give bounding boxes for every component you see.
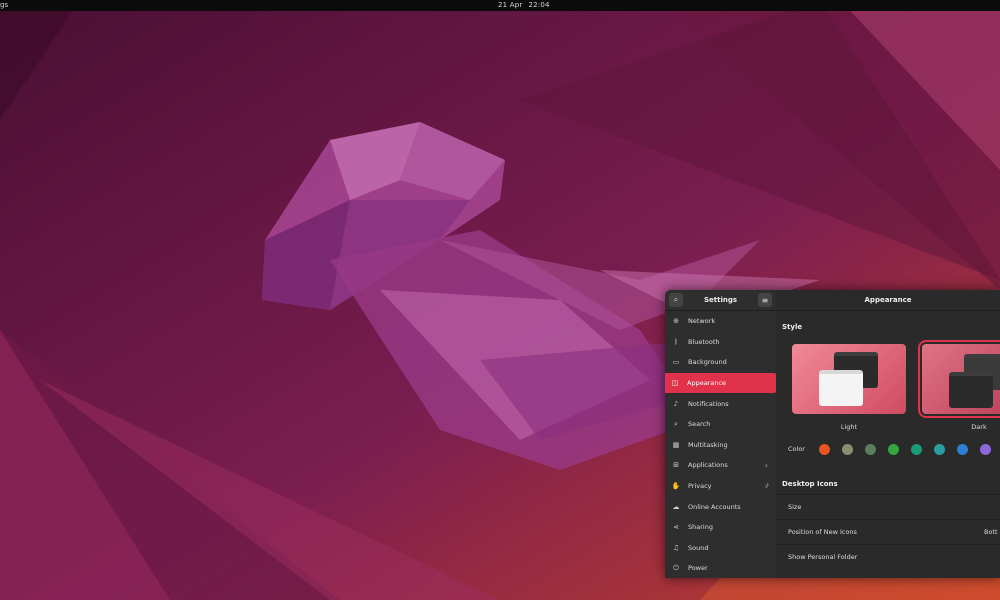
accent-color-swatch[interactable]: [865, 444, 876, 455]
sidebar-item-label: Privacy: [688, 482, 712, 491]
sidebar-item-sound[interactable]: ♫ Sound: [665, 538, 776, 559]
theme-preview-front: [819, 370, 863, 406]
divider: [776, 519, 1000, 520]
panel-header: Appearance: [776, 290, 1000, 311]
theme-preview-front: [949, 372, 993, 408]
active-app-label[interactable]: gs: [0, 1, 8, 9]
sidebar-header: ⌕ Settings ≡: [665, 290, 776, 311]
background-icon: ▭: [672, 358, 680, 367]
accent-color-swatch[interactable]: [888, 444, 899, 455]
size-row-label[interactable]: Size: [788, 503, 801, 511]
accent-color-swatch[interactable]: [934, 444, 945, 455]
position-new-icons-label[interactable]: Position of New Icons: [788, 528, 857, 536]
sidebar-item-label: Multitasking: [688, 440, 728, 449]
sidebar-item-label: Power: [688, 564, 708, 573]
bell-icon: ♪: [673, 399, 679, 408]
settings-window: ⌕ Settings ≡ ⊕ Network ᛒ Bluetooth ▭ Backgrou…: [665, 290, 1000, 578]
sidebar-item-multitasking[interactable]: ▦ Multitasking: [665, 435, 776, 456]
music-icon: ♫: [672, 543, 680, 552]
network-icon: ⊕: [673, 317, 679, 326]
search-icon: ⌕: [674, 419, 678, 428]
sidebar-item-label: Sharing: [688, 523, 713, 532]
divider: [776, 494, 1000, 495]
sidebar-item-label: Background: [688, 358, 727, 367]
panel-title: Appearance: [864, 296, 912, 304]
sidebar-item-online-accounts[interactable]: ☁ Online Accounts: [665, 496, 776, 517]
bluetooth-icon: ᛒ: [673, 337, 679, 346]
sidebar-item-label: Sound: [688, 543, 709, 552]
accent-color-swatch[interactable]: [957, 444, 968, 455]
sidebar-item-label: Search: [688, 420, 711, 429]
sidebar-item-privacy[interactable]: ✋ Privacy ›: [665, 476, 776, 497]
hamburger-icon: ≡: [761, 295, 769, 305]
sidebar-item-notifications[interactable]: ♪ Notifications: [665, 393, 776, 414]
accent-color-swatch[interactable]: [842, 444, 853, 455]
color-label: Color: [788, 445, 805, 453]
show-personal-folder-label[interactable]: Show Personal Folder: [788, 553, 857, 561]
style-section-label: Style: [782, 323, 803, 331]
hand-icon: ✋: [671, 482, 681, 491]
appearance-panel: Appearance Style Light Dark Color Deskto…: [766, 290, 1000, 578]
appearance-icon: ◫: [671, 379, 679, 388]
theme-light-option[interactable]: [792, 344, 906, 414]
share-icon: ⋖: [673, 523, 679, 532]
sidebar-item-background[interactable]: ▭ Background: [665, 352, 776, 373]
divider: [776, 544, 1000, 545]
sidebar-item-label: Bluetooth: [688, 337, 720, 346]
settings-sidebar: ⌕ Settings ≡ ⊕ Network ᛒ Bluetooth ▭ Backgrou…: [665, 290, 777, 578]
theme-light-label: Light: [840, 423, 858, 431]
menu-button[interactable]: ≡: [758, 293, 772, 307]
sidebar-item-appearance[interactable]: ◫ Appearance: [665, 372, 776, 394]
position-new-icons-value[interactable]: Bott: [984, 528, 998, 536]
accent-color-swatch[interactable]: [980, 444, 991, 455]
power-icon: ⏻: [673, 563, 679, 572]
clock[interactable]: 21 Apr 22:04: [498, 1, 556, 9]
cloud-icon: ☁: [672, 502, 680, 511]
sidebar-item-sharing[interactable]: ⋖ Sharing: [665, 517, 776, 538]
applications-icon: ⊞: [673, 461, 679, 470]
sidebar-item-network[interactable]: ⊕ Network: [665, 311, 776, 332]
sidebar-item-power[interactable]: ⏻ Power: [665, 558, 776, 578]
clock-time: 22:04: [528, 1, 550, 9]
sidebar-item-label: Notifications: [688, 399, 729, 408]
top-bar: gs 21 Apr 22:04: [0, 0, 1000, 11]
sidebar-item-label: Appearance: [687, 379, 727, 388]
sidebar-nav: ⊕ Network ᛒ Bluetooth ▭ Background ◫ Appearance…: [665, 311, 776, 578]
theme-dark-option[interactable]: [918, 340, 1000, 418]
accent-color-swatch[interactable]: [911, 444, 922, 455]
sidebar-item-label: Online Accounts: [688, 502, 741, 511]
sidebar-item-label: Network: [688, 317, 716, 326]
theme-dark-label: Dark: [971, 423, 987, 431]
accent-color-swatch[interactable]: [819, 444, 830, 455]
chevron-right-icon: ›: [766, 480, 770, 489]
clock-date: 21 Apr: [498, 1, 523, 9]
sidebar-item-bluetooth[interactable]: ᛒ Bluetooth: [665, 332, 776, 353]
chevron-right-icon: ›: [764, 460, 768, 470]
sidebar-item-label: Applications: [688, 461, 728, 470]
sidebar-item-applications[interactable]: ⊞ Applications ›: [665, 455, 776, 476]
desktop-icons-section-label: Desktop Icons: [782, 480, 838, 488]
sidebar-item-search[interactable]: ⌕ Search: [665, 414, 776, 435]
multitasking-icon: ▦: [672, 440, 680, 449]
